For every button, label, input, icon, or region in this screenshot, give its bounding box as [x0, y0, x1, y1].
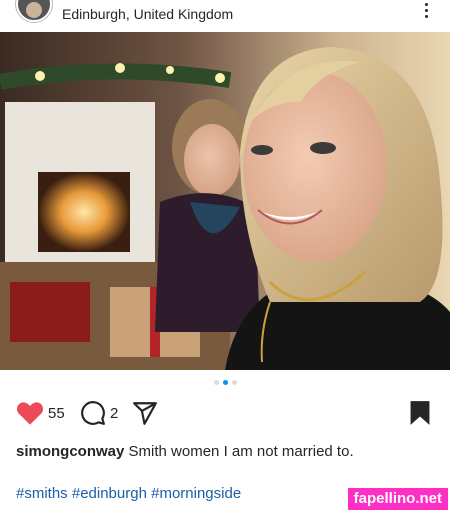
carousel-indicator [0, 380, 450, 385]
post-actions: 55 2 [0, 400, 450, 434]
avatar[interactable] [16, 0, 52, 22]
hashtag-list: #smiths #edinburgh #morningside [16, 485, 241, 502]
heart-icon[interactable] [16, 400, 44, 426]
caption-text: Smith women I am not married to. [128, 443, 354, 460]
watermark-label: fapellino.net [347, 488, 448, 510]
carousel-dot [231, 380, 237, 385]
location-label[interactable]: Edinburgh, United Kingdom [62, 6, 233, 22]
caption-username[interactable]: simongconway [16, 443, 124, 460]
like-count: 55 [48, 404, 65, 422]
post-photo[interactable] [0, 32, 450, 370]
share-icon[interactable] [132, 400, 158, 426]
post-header: Edinburgh, United Kingdom [0, 0, 450, 32]
more-options-icon[interactable] [418, 0, 434, 22]
post-caption: simongconway Smith women I am not marrie… [16, 443, 354, 460]
hashtag-link[interactable]: #smiths [16, 485, 68, 502]
comment-action[interactable]: 2 [80, 400, 118, 426]
bookmark-action[interactable] [408, 400, 432, 426]
comment-count: 2 [110, 404, 119, 422]
carousel-dot-active [222, 380, 228, 385]
share-action[interactable] [132, 400, 158, 426]
bookmark-icon[interactable] [408, 400, 432, 426]
hashtag-link[interactable]: #morningside [151, 485, 241, 502]
carousel-dot [213, 380, 219, 385]
comment-icon[interactable] [80, 400, 106, 426]
like-action[interactable]: 55 [16, 400, 65, 426]
hashtag-link[interactable]: #edinburgh [72, 485, 147, 502]
